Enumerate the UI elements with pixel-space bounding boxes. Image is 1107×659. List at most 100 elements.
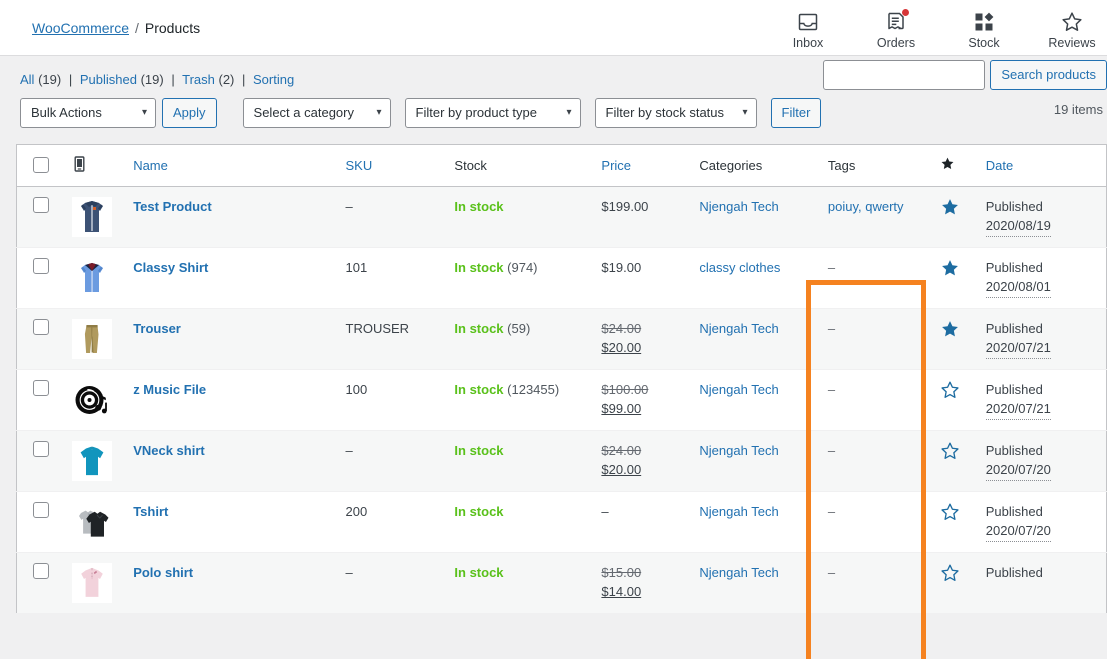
bulk-actions-select[interactable]: Bulk Actions ▾ <box>20 97 156 128</box>
product-name-cell: Tshirt <box>123 491 336 553</box>
breadcrumb-woocommerce-link[interactable]: WooCommerce <box>32 20 129 36</box>
product-category-link[interactable]: Njengah Tech <box>699 199 778 214</box>
product-price-cell: $24.00 $20.00 <box>591 308 690 370</box>
apply-button[interactable]: Apply <box>162 97 217 128</box>
product-status: Published <box>985 381 1043 397</box>
stock-status-filter-value: Filter by stock status <box>605 105 725 120</box>
star-filled-icon[interactable] <box>940 258 960 278</box>
product-category-link[interactable]: Njengah Tech <box>699 565 778 580</box>
date-column-header[interactable]: Date <box>975 144 1107 187</box>
product-price: $24.00 $20.00 <box>601 443 641 478</box>
product-stock-cell: In stock (123455) <box>444 369 592 431</box>
products-page: WooCommerce / Products Inbox Orders Stoc… <box>0 0 1107 659</box>
product-category-link[interactable]: Njengah Tech <box>699 382 778 397</box>
product-name-link[interactable]: Classy Shirt <box>133 260 208 275</box>
product-category-link[interactable]: Njengah Tech <box>699 504 778 519</box>
filter-button[interactable]: Filter <box>770 97 822 128</box>
price-regular: $100.00 <box>601 381 649 397</box>
row-checkbox[interactable] <box>33 440 49 457</box>
product-thumbnail-cell <box>62 491 124 553</box>
star-filled-icon[interactable] <box>940 197 960 217</box>
product-category-link[interactable]: Njengah Tech <box>699 443 778 458</box>
product-type-filter-value: Filter by product type <box>415 105 537 120</box>
product-price-cell: $24.00 $20.00 <box>591 430 690 492</box>
product-featured-cell <box>932 186 976 248</box>
product-name-link[interactable]: Polo shirt <box>133 565 193 580</box>
stock-column-header: Stock <box>444 144 592 187</box>
product-date-cell: Published 2020/07/20 <box>975 430 1107 492</box>
product-category-link[interactable]: Njengah Tech <box>699 321 778 336</box>
star-outline-icon[interactable] <box>940 502 960 522</box>
product-name-link[interactable]: Test Product <box>133 199 212 214</box>
view-link-all[interactable]: All <box>20 72 34 87</box>
view-link-trash[interactable]: Trash <box>182 72 215 87</box>
star-outline-icon[interactable] <box>940 563 960 583</box>
search-box: Search products <box>823 59 1107 90</box>
price-column-header[interactable]: Price <box>591 144 690 187</box>
star-outline-icon[interactable] <box>940 380 960 400</box>
product-name-link[interactable]: VNeck shirt <box>133 443 205 458</box>
activity-item-stock[interactable]: Stock <box>957 10 1011 50</box>
row-checkbox[interactable] <box>33 562 49 579</box>
product-name-link[interactable]: Tshirt <box>133 504 168 519</box>
view-count-all: (19) <box>38 72 62 87</box>
chevron-down-icon: ▾ <box>141 106 147 118</box>
product-date-cell: Published <box>975 552 1107 614</box>
row-checkbox[interactable] <box>33 318 49 335</box>
product-name-link[interactable]: z Music File <box>133 382 206 397</box>
product-type-filter-select[interactable]: Filter by product type ▾ <box>404 97 581 128</box>
product-tags-cell: – <box>817 552 933 614</box>
product-price-cell: – <box>591 491 690 553</box>
search-input[interactable] <box>823 59 986 90</box>
view-link-published[interactable]: Published <box>80 72 137 87</box>
stock-status-filter-select[interactable]: Filter by stock status ▾ <box>594 97 757 128</box>
star-outline-icon[interactable] <box>940 441 960 461</box>
product-thumbnail-cell <box>62 308 124 370</box>
row-select-cell <box>16 430 63 492</box>
product-tags-link[interactable]: poiuy, qwerty <box>828 199 904 214</box>
product-price: $24.00 $20.00 <box>601 321 641 356</box>
search-products-button[interactable]: Search products <box>990 59 1107 90</box>
stock-icon <box>972 10 996 34</box>
product-sku-cell: – <box>335 430 445 492</box>
product-tags-cell: poiuy, qwerty <box>817 186 933 248</box>
product-categories-cell: Njengah Tech <box>689 369 818 431</box>
product-date: 2020/07/20 <box>985 460 1051 481</box>
product-thumbnail-tshirt-pair <box>72 501 113 542</box>
row-checkbox[interactable] <box>33 257 49 274</box>
image-column-header <box>62 144 124 187</box>
product-date-cell: Published 2020/07/21 <box>975 308 1107 370</box>
row-checkbox[interactable] <box>33 196 49 213</box>
category-filter-select[interactable]: Select a category ▾ <box>242 97 391 128</box>
name-column-header[interactable]: Name <box>123 144 336 187</box>
activity-item-orders[interactable]: Orders <box>869 8 923 50</box>
view-link-sorting[interactable]: Sorting <box>253 72 294 87</box>
row-select-cell <box>16 491 63 553</box>
featured-column-header <box>932 144 976 187</box>
select-all-checkbox[interactable] <box>33 157 49 173</box>
breadcrumb-current-products: Products <box>144 19 201 36</box>
table-row: z Music File 100 In stock (123455) $100.… <box>16 369 1107 431</box>
product-stock-status: In stock <box>454 442 504 458</box>
row-checkbox[interactable] <box>33 379 49 396</box>
product-thumbnail-trouser <box>72 318 113 359</box>
products-table-head: Name SKU Stock Price Categories Tags Dat… <box>16 144 1107 187</box>
star-filled-icon <box>940 157 955 174</box>
product-stock-cell: In stock <box>444 430 592 492</box>
activity-item-inbox-label: Inbox <box>792 35 824 50</box>
product-stock-status: In stock <box>454 564 504 580</box>
row-checkbox[interactable] <box>33 501 49 518</box>
activity-item-reviews[interactable]: Reviews <box>1045 10 1099 50</box>
product-category-link[interactable]: classy clothes <box>699 260 780 275</box>
sku-column-header[interactable]: SKU <box>335 144 445 187</box>
products-table: Name SKU Stock Price Categories Tags Dat… <box>16 143 1107 614</box>
items-count-label: 19 items <box>1053 101 1103 117</box>
select-all-header <box>16 144 63 187</box>
view-count-trash: (2) <box>218 72 235 87</box>
product-name-link[interactable]: Trouser <box>133 321 181 336</box>
star-filled-icon[interactable] <box>940 319 960 339</box>
product-featured-cell <box>932 369 976 431</box>
activity-item-inbox[interactable]: Inbox <box>781 10 835 50</box>
image-icon <box>72 155 87 175</box>
chevron-down-icon: ▾ <box>566 106 572 118</box>
